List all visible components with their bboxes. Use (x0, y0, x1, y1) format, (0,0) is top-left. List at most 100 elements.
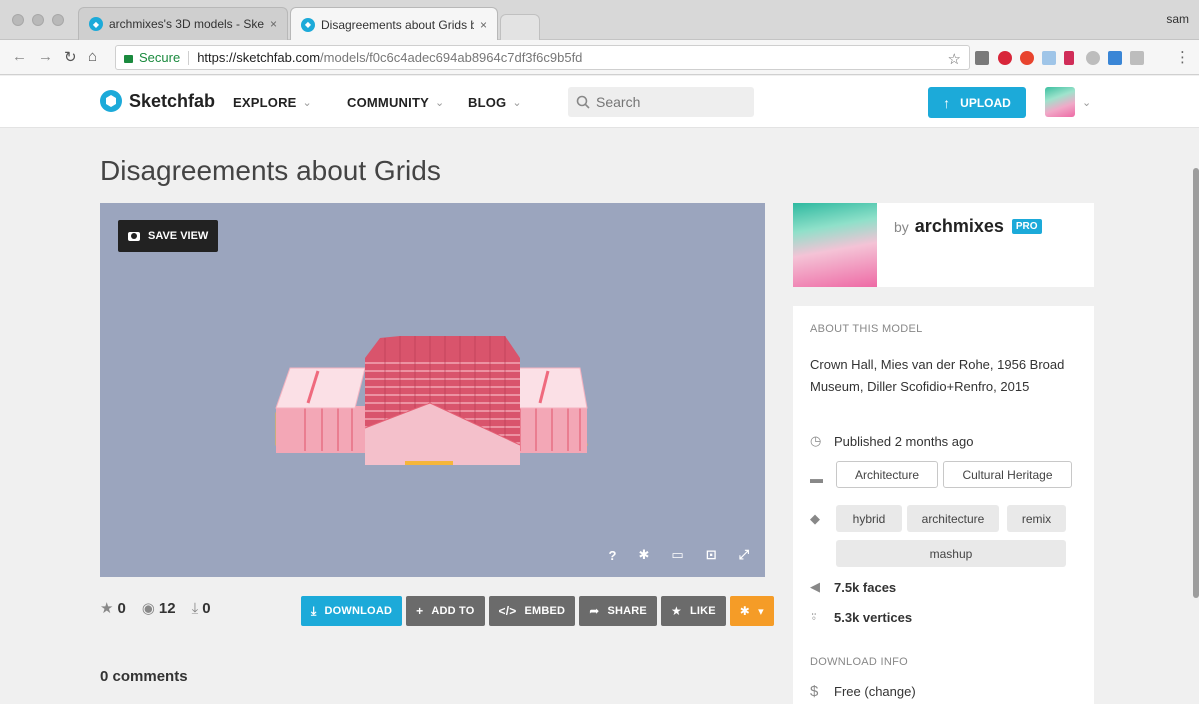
tag-remix[interactable]: remix (1007, 505, 1066, 532)
dollar-icon: $ (810, 683, 819, 700)
tag-icon: ◆ (810, 511, 820, 526)
tag-mashup[interactable]: mashup (836, 540, 1066, 567)
url-host: https://sketchfab.com (197, 50, 321, 65)
downloads-count: 0 (202, 599, 211, 617)
model-viewer[interactable]: SAVE VIEW ? ✱ ▭ ⊡ ⤢ (100, 203, 765, 577)
gear-icon: ✱ (739, 604, 751, 618)
browser-profile-name[interactable]: sam (1166, 12, 1189, 26)
window-close-button[interactable] (12, 14, 24, 26)
extension-icon[interactable] (975, 51, 989, 65)
vertices-row: ⍤ 5.3k vertices (810, 609, 912, 625)
upload-button[interactable]: ↑ UPLOAD (928, 87, 1026, 118)
window-minimize-button[interactable] (32, 14, 44, 26)
category-row-icon: ▬ (810, 471, 834, 486)
tab-title: archmixes's 3D models - Sketc (109, 17, 264, 31)
embed-view-icon[interactable]: ⊡ (706, 547, 717, 563)
about-title: ABOUT THIS MODEL (810, 323, 923, 335)
vr-headset-icon[interactable]: ▭ (671, 547, 683, 563)
star-icon: ★ (670, 604, 682, 618)
star-icon: ★ (100, 600, 114, 617)
nav-explore[interactable]: EXPLORE ⌄ (233, 95, 312, 110)
views-count: 12 (158, 599, 176, 617)
add-to-button[interactable]: + ADD TO (406, 596, 485, 626)
embed-label: EMBED (524, 605, 566, 617)
clock-icon: ◷ (810, 433, 822, 448)
user-avatar[interactable] (1045, 87, 1075, 117)
extension-icon[interactable] (1086, 51, 1100, 65)
scrollbar-thumb[interactable] (1193, 168, 1199, 598)
extension-icon[interactable] (1108, 51, 1122, 65)
back-arrow-icon[interactable]: ← (12, 48, 27, 65)
vertex-icon: ⍤ (810, 609, 818, 624)
vertices-count: 5.3k vertices (834, 609, 913, 625)
browser-tab-disagreements[interactable]: ◆ Disagreements about Grids by × (290, 7, 498, 41)
upload-arrow-icon: ↑ (943, 94, 951, 111)
nav-explore-label: EXPLORE (233, 95, 297, 110)
extension-icon[interactable] (1020, 51, 1034, 65)
download-icon: ⤓ (311, 603, 317, 618)
save-view-button[interactable]: SAVE VIEW (118, 220, 219, 252)
settings-gear-icon[interactable]: ✱ (638, 547, 649, 563)
search-input[interactable] (596, 94, 746, 110)
chevron-down-icon: ⌄ (302, 97, 312, 109)
nav-community[interactable]: COMMUNITY ⌄ (347, 95, 444, 110)
tab-close-icon[interactable]: × (270, 17, 277, 31)
help-icon[interactable]: ? (609, 548, 617, 563)
about-model-card: ABOUT THIS MODEL Crown Hall, Mies van de… (793, 306, 1094, 704)
like-button[interactable]: ★ LIKE (660, 596, 726, 626)
faces-row: ◀ 7.5k faces (810, 579, 896, 595)
browser-menu-icon[interactable]: ⋮ (1175, 48, 1190, 66)
url-path: /models/f0c6c4adec694ab8964c7df3f6c9b5fd (320, 50, 583, 65)
chevron-down-icon: ⌄ (434, 97, 445, 109)
category-architecture[interactable]: Architecture (836, 461, 938, 488)
tags-row-icon: ◆ (810, 511, 834, 527)
pro-badge: PRO (1011, 219, 1042, 234)
model-actions: ⤓ DOWNLOAD + ADD TO </> EMBED ➦ SHARE ★ LIKE … (301, 596, 774, 626)
camera-extension-icon[interactable] (1130, 51, 1144, 65)
chevron-down-icon[interactable]: ⌄ (1082, 96, 1091, 109)
extension-icon[interactable] (1042, 51, 1056, 65)
extension-icon[interactable] (1064, 51, 1074, 65)
share-button[interactable]: ➦ SHARE (579, 596, 657, 626)
share-arrow-icon: ➦ (589, 604, 600, 618)
price-change-link[interactable]: (change) (864, 684, 915, 699)
author-line: by archmixes PRO (894, 216, 1042, 237)
address-divider (188, 50, 190, 65)
plus-icon: + (416, 604, 424, 618)
price-row: $ Free (change) (810, 683, 916, 700)
nav-blog[interactable]: BLOG ⌄ (468, 95, 522, 110)
model-render[interactable] (100, 203, 765, 577)
search-box[interactable] (568, 87, 754, 117)
author-name-link[interactable]: archmixes (915, 216, 1004, 237)
download-button[interactable]: ⤓ DOWNLOAD (301, 596, 403, 626)
comments-title: 0 comments (100, 668, 188, 685)
share-label: SHARE (607, 605, 647, 617)
settings-dropdown-button[interactable]: ✱ ▾ (729, 596, 774, 626)
new-tab-button[interactable] (500, 14, 540, 40)
like-label: LIKE (689, 605, 716, 617)
category-cultural-heritage[interactable]: Cultural Heritage (943, 461, 1072, 488)
secure-label: Secure (139, 50, 181, 65)
by-label: by (894, 218, 909, 235)
bookmark-star-icon[interactable]: ☆ (948, 50, 961, 68)
window-zoom-button[interactable] (52, 14, 64, 26)
download-info-title: DOWNLOAD INFO (810, 656, 909, 668)
page-scrollbar[interactable] (1193, 128, 1199, 704)
tag-hybrid[interactable]: hybrid (836, 505, 902, 532)
caret-down-icon: ▾ (758, 605, 764, 618)
logo-text: Sketchfab (129, 90, 216, 111)
tab-close-icon[interactable]: × (480, 18, 487, 32)
triangle-icon: ◀ (810, 579, 820, 594)
home-icon[interactable]: ⌂ (88, 48, 97, 65)
tag-architecture[interactable]: architecture (907, 505, 999, 532)
address-bar[interactable]: Secure https://sketchfab.com/models/f0c6… (115, 45, 970, 70)
reload-icon[interactable]: ↻ (64, 48, 77, 66)
browser-tab-archmixes[interactable]: ◆ archmixes's 3D models - Sketc × (78, 7, 288, 40)
sketchfab-logo[interactable]: Sketchfab (100, 90, 215, 112)
fullscreen-icon[interactable]: ⤢ (739, 547, 749, 563)
author-avatar[interactable] (793, 203, 877, 287)
likes-stat: ★ 0 (100, 599, 126, 618)
pinterest-extension-icon[interactable] (998, 51, 1012, 65)
embed-button[interactable]: </> EMBED (488, 596, 576, 626)
forward-arrow-icon[interactable]: → (38, 48, 53, 65)
